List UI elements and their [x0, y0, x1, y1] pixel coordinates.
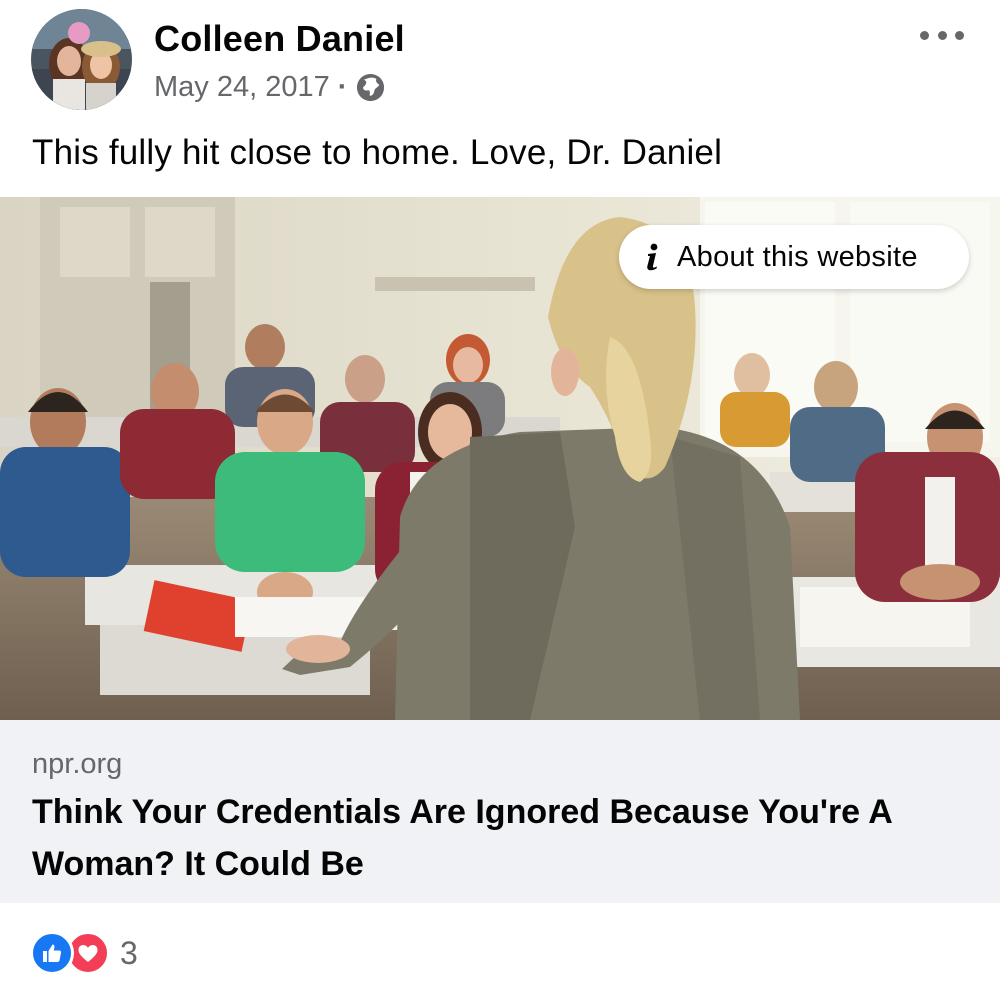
about-this-website-button[interactable]: About this website: [619, 225, 969, 289]
link-headline[interactable]: Think Your Credentials Are Ignored Becau…: [32, 786, 972, 890]
post-timestamp[interactable]: May 24, 2017: [154, 71, 330, 104]
about-this-website-label: About this website: [677, 240, 918, 273]
reactions-summary[interactable]: 3: [30, 930, 138, 976]
more-options-icon[interactable]: [920, 22, 964, 48]
feed-post: Colleen Daniel May 24, 2017 · This fully…: [0, 0, 1000, 998]
reaction-count: 3: [120, 934, 138, 971]
post-message: This fully hit close to home. Love, Dr. …: [32, 133, 723, 172]
link-domain: npr.org: [32, 748, 123, 780]
post-meta: May 24, 2017 ·: [154, 70, 386, 104]
globe-icon[interactable]: [355, 72, 386, 103]
author-avatar[interactable]: [31, 9, 132, 110]
link-preview-text[interactable]: npr.org Think Your Credentials Are Ignor…: [0, 720, 1000, 903]
link-preview-image[interactable]: About this website: [0, 197, 1000, 720]
like-icon: [30, 931, 74, 975]
author-name[interactable]: Colleen Daniel: [154, 18, 405, 60]
info-icon: [643, 242, 663, 272]
link-preview-card[interactable]: About this website npr.org Think Your Cr…: [0, 197, 1000, 903]
meta-separator: ·: [337, 70, 348, 103]
